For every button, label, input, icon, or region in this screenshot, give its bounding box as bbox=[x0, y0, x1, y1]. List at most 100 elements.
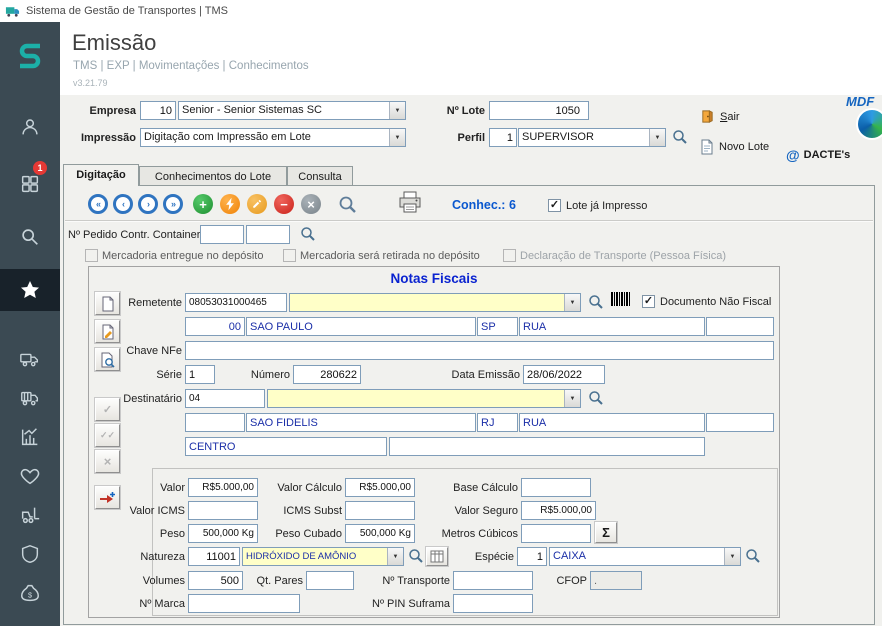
mercadoria-entregue-checkbox[interactable] bbox=[85, 249, 98, 262]
barcode-icon[interactable] bbox=[610, 291, 632, 310]
remetente-doc-field[interactable] bbox=[185, 293, 287, 312]
destinatario-combo[interactable]: ▼ bbox=[267, 389, 581, 408]
n-marca-field[interactable] bbox=[188, 594, 300, 613]
perfil-combo[interactable]: SUPERVISOR ▼ bbox=[518, 128, 666, 147]
tab-consulta[interactable]: Consulta bbox=[287, 166, 353, 185]
dropdown-arrow-icon[interactable]: ▼ bbox=[649, 129, 665, 146]
sidebar-item-delivery[interactable] bbox=[0, 379, 60, 417]
tab-conhecimentos-do-lote[interactable]: Conhecimentos do Lote bbox=[139, 166, 287, 185]
add-button[interactable]: + bbox=[193, 194, 213, 214]
quick-action-button[interactable] bbox=[220, 194, 240, 214]
serie-field[interactable] bbox=[185, 365, 215, 384]
mercadoria-retirada-checkbox[interactable] bbox=[283, 249, 296, 262]
nota-edit-button[interactable] bbox=[94, 319, 121, 344]
dropdown-arrow-icon[interactable]: ▼ bbox=[389, 129, 405, 146]
sidebar-item-reports[interactable] bbox=[0, 418, 60, 456]
base-calculo-field[interactable] bbox=[521, 478, 591, 497]
dropdown-arrow-icon[interactable]: ▼ bbox=[564, 294, 580, 311]
qt-pares-field[interactable] bbox=[306, 571, 354, 590]
sidebar-item-finance[interactable]: $ bbox=[0, 574, 60, 612]
toolbar-search-icon[interactable] bbox=[338, 195, 357, 214]
lote-impresso-checkbox[interactable]: ✓ bbox=[548, 199, 561, 212]
chave-nfe-field[interactable] bbox=[185, 341, 774, 360]
perfil-search-icon[interactable] bbox=[672, 129, 688, 145]
sidebar-item-health[interactable] bbox=[0, 457, 60, 495]
valor-icms-field[interactable] bbox=[188, 501, 258, 520]
pedido-field-1[interactable] bbox=[200, 225, 244, 244]
novo-lote-button[interactable]: Novo Lote bbox=[700, 139, 769, 155]
print-button[interactable] bbox=[398, 191, 422, 214]
valor-seguro-field[interactable] bbox=[521, 501, 596, 520]
volumes-field[interactable] bbox=[188, 571, 243, 590]
peso-field[interactable] bbox=[188, 524, 258, 543]
n-pin-suframa-field[interactable] bbox=[453, 594, 533, 613]
empresa-combo[interactable]: Senior - Senior Sistemas SC ▼ bbox=[178, 101, 406, 120]
destinatario-complemento-field[interactable] bbox=[389, 437, 705, 456]
sidebar-item-modules[interactable]: 1 bbox=[0, 161, 60, 203]
valor-calculo-field[interactable] bbox=[345, 478, 415, 497]
destinatario-extra-field[interactable] bbox=[706, 413, 774, 432]
declaracao-transporte-checkbox[interactable] bbox=[503, 249, 516, 262]
destinatario-codigo-field[interactable] bbox=[185, 413, 245, 432]
empresa-code-field[interactable] bbox=[140, 101, 176, 120]
remetente-uf-field[interactable] bbox=[477, 317, 518, 336]
sidebar-item-truck[interactable] bbox=[0, 340, 60, 378]
sair-button[interactable]: Sair bbox=[700, 109, 740, 124]
n-transporte-field[interactable] bbox=[453, 571, 533, 590]
remetente-search-icon[interactable] bbox=[588, 294, 604, 310]
sidebar-item-favorites[interactable] bbox=[0, 269, 60, 311]
dactes-button[interactable]: @ DACTE's bbox=[786, 147, 850, 163]
nav-first-button[interactable]: « bbox=[88, 194, 108, 214]
sidebar-item-partners[interactable] bbox=[0, 613, 60, 626]
especie-combo[interactable]: CAIXA ▼ bbox=[549, 547, 741, 566]
peso-cubado-field[interactable] bbox=[345, 524, 415, 543]
documento-nao-fiscal-checkbox[interactable]: ✓ bbox=[642, 295, 655, 308]
nota-confirm-all-button[interactable]: ✓✓ bbox=[94, 423, 121, 448]
nav-prev-button[interactable]: ‹ bbox=[113, 194, 133, 214]
remetente-endereco-field[interactable] bbox=[519, 317, 705, 336]
sidebar-item-warehouse[interactable] bbox=[0, 496, 60, 534]
remetente-extra-field[interactable] bbox=[706, 317, 774, 336]
dropdown-arrow-icon[interactable]: ▼ bbox=[724, 548, 740, 565]
dropdown-arrow-icon[interactable]: ▼ bbox=[387, 548, 403, 565]
destinatario-search-icon[interactable] bbox=[588, 390, 604, 406]
especie-codigo-field[interactable] bbox=[517, 547, 547, 566]
natureza-codigo-field[interactable] bbox=[188, 547, 240, 566]
natureza-search-icon[interactable] bbox=[408, 548, 424, 564]
metros-cubicos-field[interactable] bbox=[521, 524, 591, 543]
valor-field[interactable] bbox=[188, 478, 258, 497]
nota-cancel-button[interactable]: × bbox=[94, 449, 121, 474]
edit-button[interactable] bbox=[247, 194, 267, 214]
destinatario-uf-field[interactable] bbox=[477, 413, 518, 432]
perfil-code-field[interactable] bbox=[489, 128, 517, 147]
natureza-grid-button[interactable] bbox=[425, 546, 449, 567]
dropdown-arrow-icon[interactable]: ▼ bbox=[564, 390, 580, 407]
remetente-combo[interactable]: ▼ bbox=[289, 293, 581, 312]
dropdown-arrow-icon[interactable]: ▼ bbox=[389, 102, 405, 119]
nav-next-button[interactable]: › bbox=[138, 194, 158, 214]
pedido-search-icon[interactable] bbox=[300, 226, 316, 242]
lote-field[interactable] bbox=[489, 101, 589, 120]
sidebar-item-search[interactable] bbox=[0, 218, 60, 256]
data-emissao-field[interactable] bbox=[523, 365, 605, 384]
natureza-combo[interactable]: HIDRÓXIDO DE AMÔNIO ▼ bbox=[242, 547, 404, 566]
destinatario-endereco-field[interactable] bbox=[519, 413, 705, 432]
remetente-cidade-field[interactable] bbox=[246, 317, 476, 336]
cancel-button[interactable]: × bbox=[301, 194, 321, 214]
nav-last-button[interactable]: » bbox=[163, 194, 183, 214]
especie-search-icon[interactable] bbox=[745, 548, 761, 564]
destinatario-bairro-field[interactable] bbox=[185, 437, 387, 456]
numero-field[interactable] bbox=[293, 365, 361, 384]
icms-subst-field[interactable] bbox=[345, 501, 415, 520]
tab-digitacao[interactable]: Digitação bbox=[63, 164, 139, 186]
cfop-field[interactable] bbox=[590, 571, 642, 590]
sidebar-item-user[interactable] bbox=[0, 108, 60, 146]
destinatario-cidade-field[interactable] bbox=[246, 413, 476, 432]
remetente-codigo-field[interactable] bbox=[185, 317, 245, 336]
pedido-field-2[interactable] bbox=[246, 225, 290, 244]
impressao-combo[interactable]: Digitação com Impressão em Lote ▼ bbox=[140, 128, 406, 147]
soma-button[interactable]: Σ bbox=[594, 521, 618, 544]
sidebar-logo[interactable] bbox=[0, 36, 60, 74]
destinatario-doc-field[interactable] bbox=[185, 389, 265, 408]
sidebar-item-security[interactable] bbox=[0, 535, 60, 573]
